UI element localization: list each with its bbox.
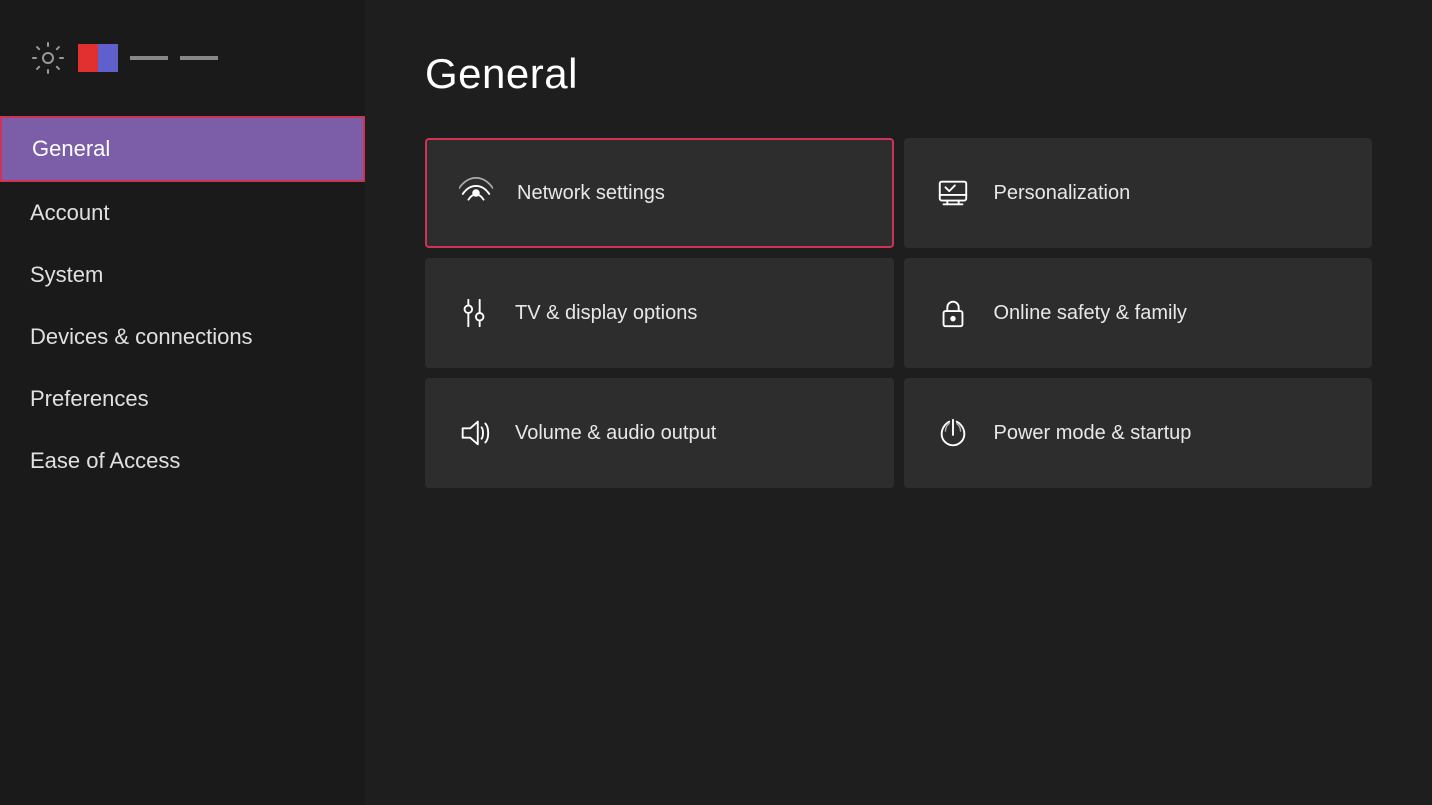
page-title: General bbox=[425, 50, 1372, 98]
card-volume-audio-label: Volume & audio output bbox=[515, 420, 716, 446]
sidebar-item-account[interactable]: Account bbox=[0, 182, 365, 244]
card-personalization[interactable]: Personalization bbox=[904, 138, 1373, 248]
card-personalization-label: Personalization bbox=[994, 180, 1131, 206]
card-power-mode[interactable]: Power mode & startup bbox=[904, 378, 1373, 488]
power-icon bbox=[936, 416, 970, 450]
card-power-mode-label: Power mode & startup bbox=[994, 420, 1192, 446]
gear-icon bbox=[30, 40, 66, 76]
sidebar-item-ease-of-access[interactable]: Ease of Access bbox=[0, 430, 365, 492]
main-content: General Network settings Personalization bbox=[365, 0, 1432, 805]
card-online-safety[interactable]: Online safety & family bbox=[904, 258, 1373, 368]
card-tv-display-label: TV & display options bbox=[515, 300, 697, 326]
card-tv-display[interactable]: TV & display options bbox=[425, 258, 894, 368]
settings-grid: Network settings Personalization TV & di… bbox=[425, 138, 1372, 488]
lock-icon bbox=[936, 296, 970, 330]
sidebar-item-devices[interactable]: Devices & connections bbox=[0, 306, 365, 368]
sidebar-item-system[interactable]: System bbox=[0, 244, 365, 306]
logo-dash1 bbox=[130, 56, 168, 60]
volume-icon bbox=[457, 416, 491, 450]
sidebar-item-preferences[interactable]: Preferences bbox=[0, 368, 365, 430]
sidebar: General Account System Devices & connect… bbox=[0, 0, 365, 805]
logo-blocks bbox=[78, 44, 118, 72]
tv-icon bbox=[457, 296, 491, 330]
card-network-settings-label: Network settings bbox=[517, 180, 665, 206]
sidebar-header bbox=[0, 40, 365, 116]
personalization-icon bbox=[936, 176, 970, 210]
card-online-safety-label: Online safety & family bbox=[994, 300, 1187, 326]
card-network-settings[interactable]: Network settings bbox=[425, 138, 894, 248]
sidebar-item-general[interactable]: General bbox=[0, 116, 365, 182]
logo-dash2 bbox=[180, 56, 218, 60]
logo-red-block bbox=[78, 44, 98, 72]
card-volume-audio[interactable]: Volume & audio output bbox=[425, 378, 894, 488]
network-icon bbox=[459, 176, 493, 210]
sidebar-nav: General Account System Devices & connect… bbox=[0, 116, 365, 492]
logo-blue-block bbox=[98, 44, 118, 72]
